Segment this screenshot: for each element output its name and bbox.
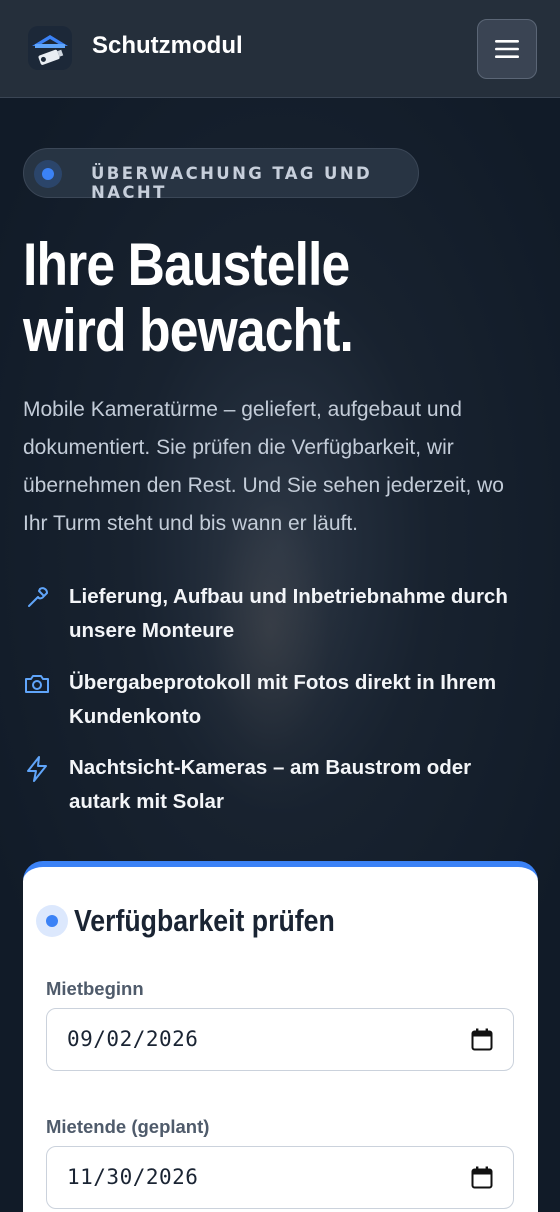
calendar-icon[interactable] — [471, 1166, 493, 1190]
menu-button[interactable] — [477, 19, 537, 79]
calendar-icon[interactable] — [471, 1028, 493, 1052]
hamburger-menu-icon — [495, 40, 519, 58]
availability-title: Verfügbarkeit prüfen — [74, 903, 335, 938]
end-date-input[interactable]: 11/30/2026 — [46, 1146, 514, 1209]
start-date-label: Mietbeginn — [46, 978, 144, 999]
end-date-label: Mietende (geplant) — [46, 1116, 210, 1137]
wrench-icon — [28, 587, 48, 607]
brand-name[interactable]: Schutzmodul — [92, 32, 243, 60]
lightning-icon — [27, 756, 47, 782]
eyebrow-badge: ÜBERWACHUNG TAG UND NACHT — [23, 148, 419, 202]
camera-icon — [25, 675, 49, 693]
start-date-input[interactable]: 09/02/2026 — [46, 1008, 514, 1071]
eyebrow-text: ÜBERWACHUNG TAG UND NACHT — [91, 164, 373, 202]
hero-lead-text: Mobile Kameratürme – geliefert, aufgebau… — [23, 398, 504, 535]
availability-card: Verfügbarkeit prüfen Mietbeginn 09/02/20… — [23, 861, 538, 1212]
feature-text: Übergabeprotokoll mit Fotos direkt in Ih… — [69, 671, 497, 728]
feature-text: Nachtsicht-Kameras – am Baustrom oder au… — [69, 756, 472, 813]
feature-text: Lieferung, Aufbau und Inbetriebnahme dur… — [69, 585, 508, 642]
start-date-value: 09/02/2026 — [67, 1027, 199, 1051]
end-date-value: 11/30/2026 — [67, 1165, 199, 1189]
hero-headline: Ihre Baustelle wird bewacht. — [23, 232, 453, 364]
headline-line-1: Ihre Baustelle — [23, 231, 350, 298]
status-dot-icon — [36, 905, 68, 937]
headline-line-2: wird bewacht. — [23, 297, 354, 364]
top-navbar: Schutzmodul — [0, 0, 560, 98]
status-dot-icon — [34, 160, 62, 188]
camera-tower-logo[interactable] — [28, 26, 72, 70]
